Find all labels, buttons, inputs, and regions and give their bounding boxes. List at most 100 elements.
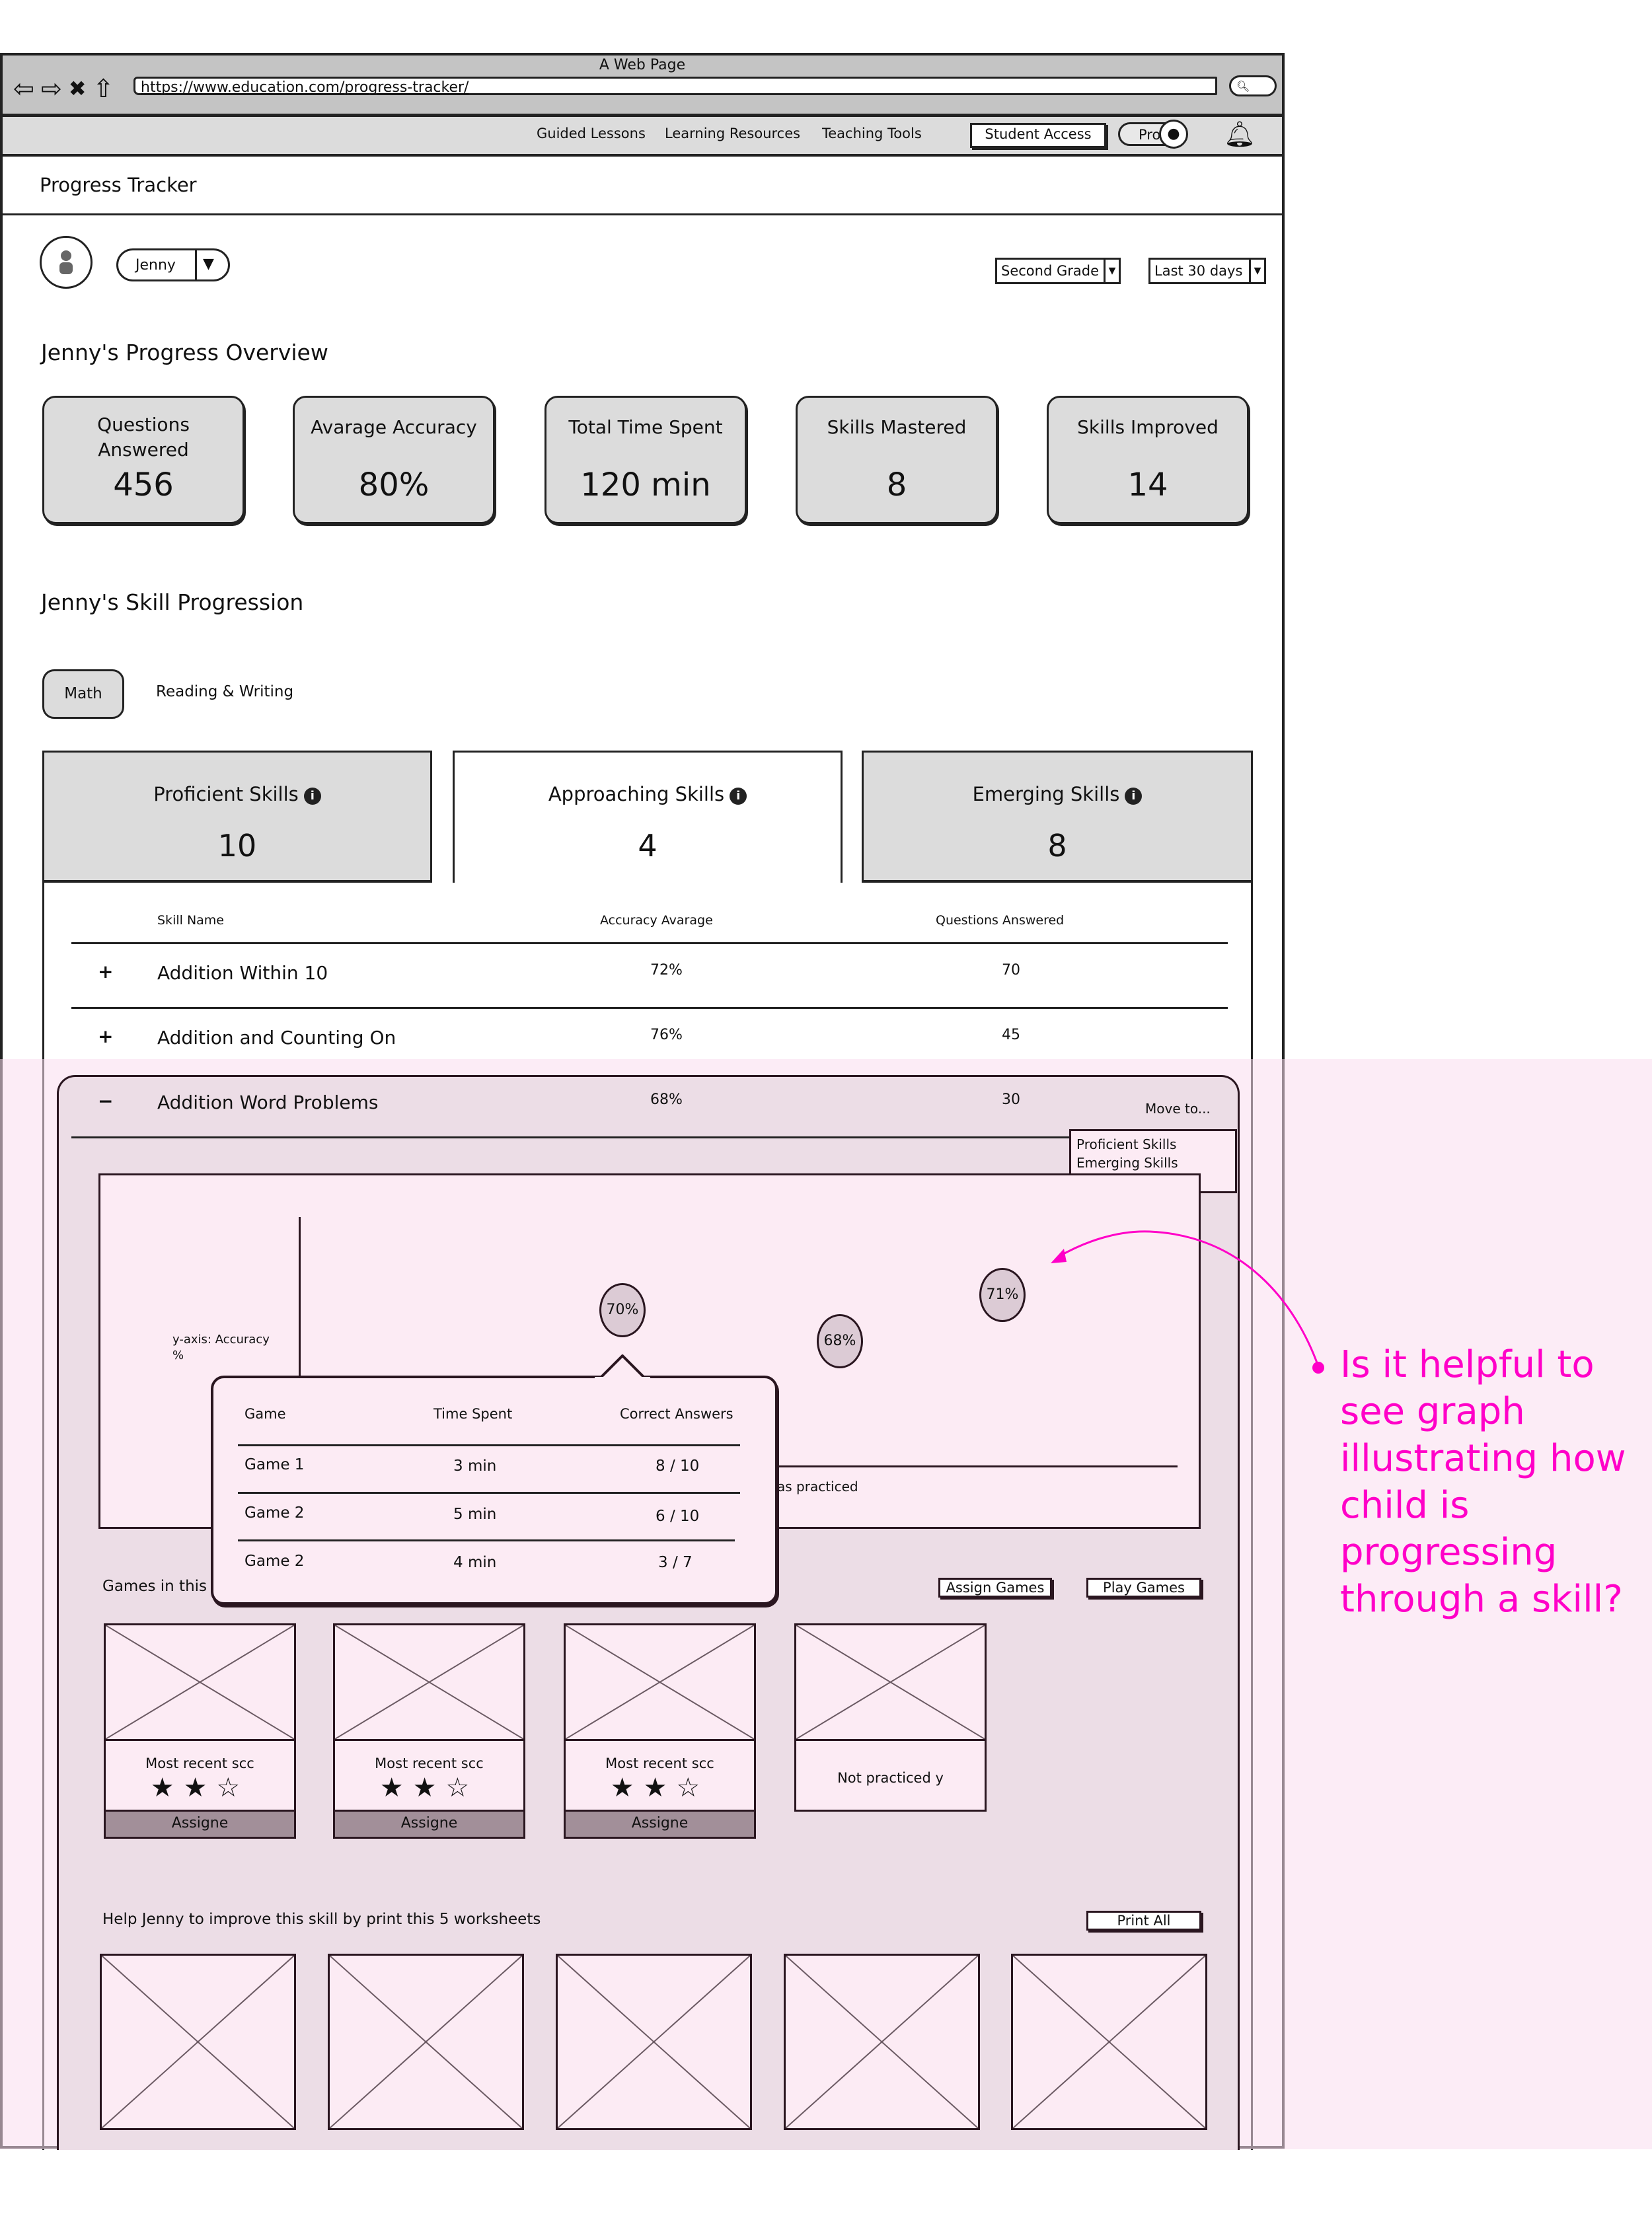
- y-axis-label: y-axis: Accuracy %: [172, 1333, 270, 1362]
- period-select-value: Last 30 days: [1154, 263, 1243, 279]
- skill-progression-title: Jenny's Skill Progression: [41, 589, 304, 615]
- nav-link-learning-resources[interactable]: Learning Resources: [665, 126, 800, 141]
- worksheet-thumbnail[interactable]: [1011, 1954, 1207, 2130]
- image-placeholder-icon: [333, 1623, 525, 1741]
- chart-point[interactable]: 71%: [979, 1267, 1026, 1322]
- divider: [71, 1136, 1069, 1138]
- overview-title: Jenny's Progress Overview: [41, 340, 328, 365]
- assign-games-button[interactable]: Assign Games: [938, 1578, 1052, 1598]
- stat-label: Total Time Spent: [568, 416, 723, 438]
- popover-time: 4 min: [453, 1554, 497, 1571]
- forward-arrow-icon[interactable]: ⇨: [41, 74, 62, 103]
- tab-proficient-skills[interactable]: Proficient Skills i 10: [42, 751, 432, 883]
- assign-game-button[interactable]: Assigne: [104, 1810, 296, 1839]
- home-icon[interactable]: ⇧: [93, 74, 114, 103]
- game-card[interactable]: Most recent scc ★★☆ Assigne: [333, 1623, 525, 1839]
- stat-card-accuracy: Avarage Accuracy 80%: [293, 396, 495, 524]
- info-icon[interactable]: i: [730, 788, 747, 805]
- popover-time: 5 min: [453, 1506, 497, 1523]
- move-to-label[interactable]: Move to...: [1145, 1101, 1211, 1117]
- expand-icon[interactable]: +: [98, 1025, 113, 1047]
- chart-point[interactable]: 68%: [817, 1314, 863, 1368]
- print-all-button[interactable]: Print All: [1086, 1911, 1201, 1931]
- search-icon[interactable]: 🔍︎: [1229, 75, 1277, 96]
- stat-card-questions: Questions Answered 456: [42, 396, 244, 524]
- bell-icon[interactable]: 🔔︎: [1224, 120, 1256, 149]
- grade-select[interactable]: Second Grade ▼: [995, 258, 1121, 284]
- popover-header-correct: Correct Answers: [620, 1406, 733, 1422]
- star-rating: ★★☆: [106, 1773, 294, 1803]
- chevron-down-icon[interactable]: ▼: [203, 256, 214, 272]
- close-x-icon[interactable]: ✖: [69, 76, 87, 101]
- star-filled-icon: ★: [183, 1773, 217, 1803]
- info-icon[interactable]: i: [1125, 788, 1143, 805]
- period-select[interactable]: Last 30 days ▼: [1148, 258, 1266, 284]
- divider: [71, 1007, 1228, 1009]
- assign-game-button[interactable]: Assigne: [333, 1810, 525, 1839]
- star-filled-icon: ★: [610, 1773, 644, 1803]
- column-header-questions: Questions Answered: [936, 913, 1065, 928]
- column-header-accuracy: Accuracy Avarage: [600, 913, 713, 928]
- student-access-button[interactable]: Student Access: [970, 123, 1106, 148]
- image-placeholder-icon: [794, 1623, 987, 1741]
- move-to-option[interactable]: Emerging Skills: [1076, 1152, 1230, 1173]
- popover-game: Game 2: [244, 1504, 305, 1522]
- tab-count: 8: [1047, 828, 1067, 864]
- info-icon[interactable]: i: [303, 788, 321, 805]
- student-select[interactable]: Jenny ▼: [116, 248, 230, 281]
- expand-icon[interactable]: +: [98, 961, 113, 982]
- stat-label: Avarage Accuracy: [311, 416, 477, 438]
- chevron-down-icon[interactable]: ▼: [1104, 260, 1119, 282]
- game-caption: Most recent scc: [605, 1755, 714, 1771]
- tab-emerging-skills[interactable]: Emerging Skills i 8: [862, 751, 1253, 883]
- divider: [195, 250, 197, 279]
- worksheet-thumbnail[interactable]: [328, 1954, 524, 2130]
- chart-point[interactable]: 70%: [599, 1283, 646, 1337]
- star-filled-icon: ★: [412, 1773, 446, 1803]
- game-score: Most recent scc ★★☆: [564, 1739, 756, 1812]
- browser-titlebar: A Web Page ⇦ ⇨ ✖ ⇧ https://www.education…: [3, 55, 1282, 117]
- assign-game-button[interactable]: Assigne: [564, 1810, 756, 1839]
- tab-label: Proficient Skills i: [44, 783, 430, 805]
- tab-approaching-skills[interactable]: Approaching Skills i 4: [453, 751, 843, 883]
- game-card[interactable]: Most recent scc ★★☆ Assigne: [104, 1623, 296, 1839]
- star-empty-icon: ☆: [216, 1773, 250, 1803]
- x-axis-label: as practiced: [777, 1479, 858, 1495]
- stat-value: 120 min: [580, 466, 711, 503]
- skill-questions: 30: [1002, 1091, 1020, 1108]
- skill-questions: 70: [1002, 962, 1020, 979]
- worksheet-thumbnail[interactable]: [784, 1954, 980, 2130]
- stat-value: 80%: [358, 466, 430, 503]
- url-bar[interactable]: https://www.education.com/progress-track…: [133, 77, 1217, 96]
- chevron-down-icon[interactable]: ▼: [1249, 260, 1264, 282]
- student-select-value: Jenny: [135, 257, 176, 274]
- skill-name: Addition Within 10: [157, 962, 328, 984]
- divider: [238, 1444, 740, 1446]
- games-section-title: Games in this: [102, 1578, 207, 1595]
- worksheet-thumbnail[interactable]: [556, 1954, 752, 2130]
- worksheet-thumbnail[interactable]: [100, 1954, 296, 2130]
- collapse-icon[interactable]: −: [98, 1090, 113, 1112]
- back-arrow-icon[interactable]: ⇦: [13, 74, 34, 103]
- stat-card-mastered: Skills Mastered 8: [796, 396, 998, 524]
- window-title: A Web Page: [599, 57, 686, 73]
- star-filled-icon: ★: [379, 1773, 413, 1803]
- game-score: Most recent scc ★★☆: [104, 1739, 296, 1812]
- game-caption: Not practiced y: [837, 1770, 944, 1786]
- skill-questions: 45: [1002, 1027, 1020, 1043]
- annotation-arrow: [1051, 1230, 1324, 1374]
- skill-name: Addition and Counting On: [157, 1027, 396, 1049]
- popover-header-time: Time Spent: [433, 1406, 513, 1422]
- nav-link-teaching-tools[interactable]: Teaching Tools: [822, 126, 922, 141]
- nav-link-guided-lessons[interactable]: Guided Lessons: [537, 126, 646, 141]
- tab-reading-writing[interactable]: Reading & Writing: [156, 683, 293, 700]
- user-icon[interactable]: ●: [1159, 120, 1188, 149]
- tab-label: Approaching Skills i: [455, 783, 841, 805]
- game-caption: Most recent scc: [375, 1755, 484, 1771]
- game-card[interactable]: Most recent scc ★★☆ Assigne: [564, 1623, 756, 1839]
- top-nav: Guided Lessons Learning Resources Teachi…: [3, 117, 1282, 157]
- game-card[interactable]: Not practiced y: [794, 1623, 987, 1812]
- tab-math[interactable]: Math: [42, 669, 124, 719]
- popover-correct: 8 / 10: [656, 1458, 700, 1475]
- play-games-button[interactable]: Play Games: [1086, 1578, 1201, 1598]
